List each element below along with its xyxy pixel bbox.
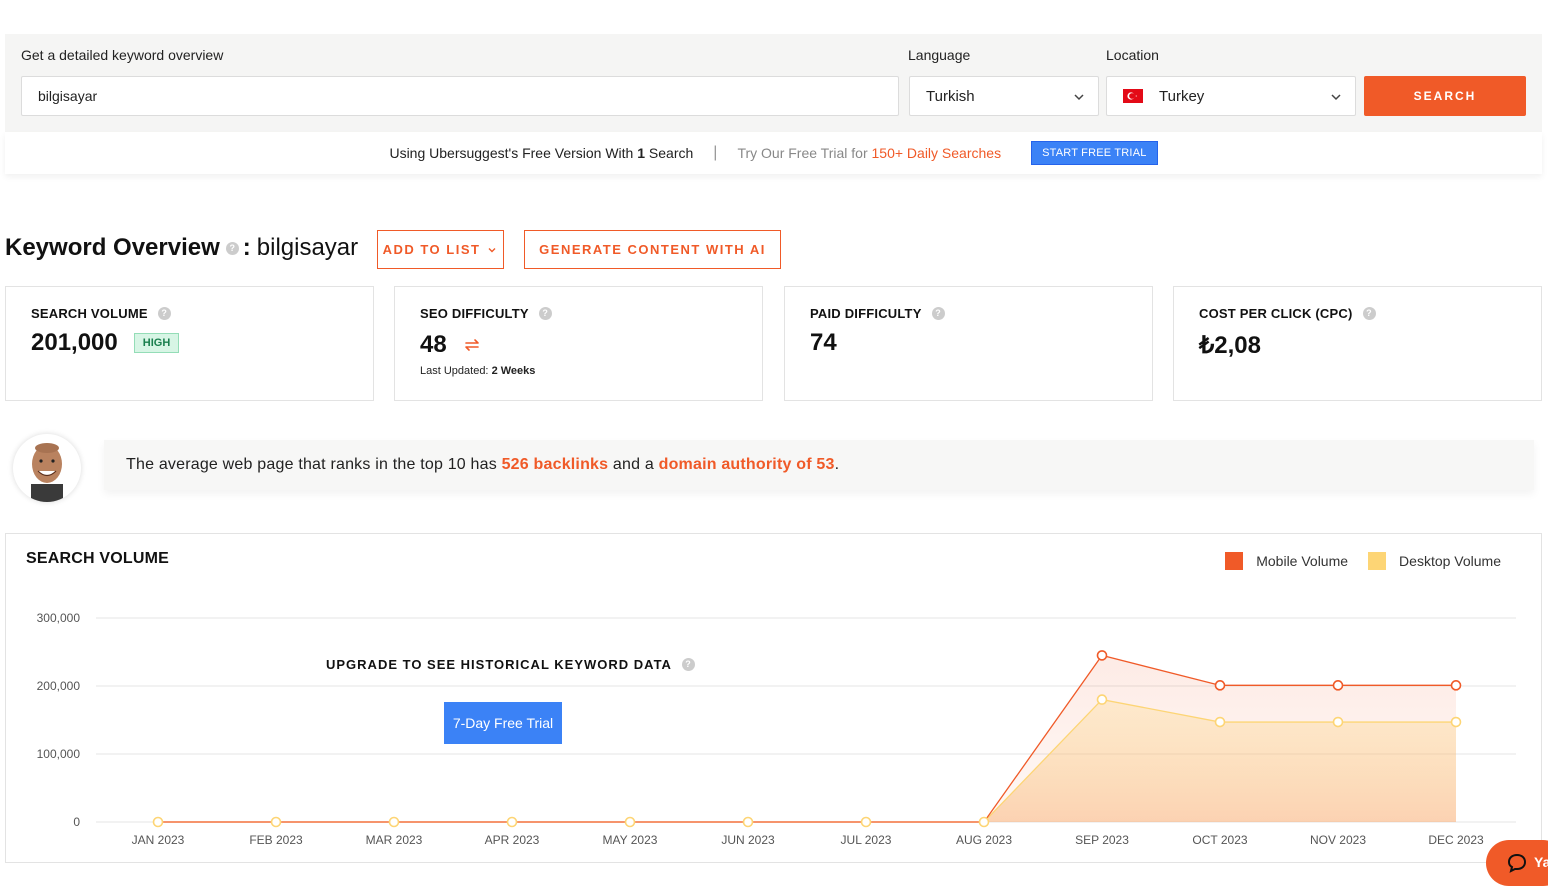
seven-day-trial-button[interactable]: 7-Day Free Trial [444,702,562,744]
mobile-point [1332,680,1344,691]
generate-content-ai-button[interactable]: GENERATE CONTENT WITH AI [524,230,781,269]
paid-difficulty-card: PAID DIFFICULTY? 74 [784,286,1153,401]
language-value: Turkish [926,87,975,105]
search-volume-value: 201,000 [31,329,118,356]
keyword-input-label: Get a detailed keyword overview [21,47,224,63]
chat-icon [1507,853,1527,873]
free-version-text: Using Ubersuggest's Free Version With 1 … [389,145,694,161]
mobile-point [1096,650,1108,661]
desktop-point [624,816,636,828]
y-tick-label: 200,000 [37,679,81,693]
search-volume-card: SEARCH VOLUME? 201,000 HIGH [5,286,374,401]
desktop-point [388,816,400,828]
free-trial-promo: Try Our Free Trial for 150+ Daily Search… [737,145,1002,161]
backlinks-stat: 526 backlinks [501,456,609,473]
desktop-point [152,816,164,828]
domain-authority-stat: domain authority of 53 [658,456,835,473]
x-tick-label: FEB 2023 [249,833,303,847]
y-tick-label: 0 [73,815,80,829]
desktop-point [1450,716,1462,728]
page-title: Keyword Overview ? : bilgisayar [5,234,359,261]
free-version-bar: Using Ubersuggest's Free Version With 1 … [5,132,1542,174]
desktop-point [1332,716,1344,728]
chevron-down-icon [1331,94,1341,101]
x-tick-label: SEP 2023 [1075,833,1129,847]
chart-title: SEARCH VOLUME [26,550,170,567]
location-label: Location [1106,47,1159,63]
chat-button[interactable]: Ya [1486,840,1548,886]
add-to-list-button[interactable]: ADD TO LIST [377,230,504,269]
search-volume-chart-panel: 0 100,000 200,000 300,000 JAN 2023 FEB 2023 MA… [5,533,1542,863]
help-icon[interactable]: ? [931,307,945,320]
separator: | [713,144,718,161]
seo-difficulty-value: 48 [420,331,447,358]
x-tick-label: APR 2023 [485,833,540,847]
y-tick-label: 300,000 [37,611,81,625]
cpc-value: ₺2,08 [1199,332,1261,359]
desktop-point [270,816,282,828]
help-icon[interactable]: ? [1362,307,1376,320]
x-tick-label: MAR 2023 [366,833,423,847]
chart-legend: Mobile Volume Desktop Volume [1205,552,1501,570]
desktop-point [506,816,518,828]
ranking-tip: The average web page that ranks in the t… [104,440,1534,490]
search-volume-chart: 0 100,000 200,000 300,000 JAN 2023 FEB 2023 MA… [37,611,1516,847]
search-volume-title: SEARCH VOLUME [31,306,148,321]
x-tick-label: JUN 2023 [721,833,775,847]
desktop-point [1096,694,1108,705]
mobile-point [1214,680,1226,691]
paid-difficulty-value: 74 [810,329,837,356]
seo-difficulty-card: SEO DIFFICULTY? 48 Last Updated: 2 Weeks [394,286,763,401]
x-tick-label: NOV 2023 [1310,833,1366,847]
location-select[interactable]: Turkey [1106,76,1356,116]
keyword-search-panel: Get a detailed keyword overview Language… [5,34,1542,132]
start-free-trial-button[interactable]: START FREE TRIAL [1031,141,1158,165]
chevron-down-icon [1074,94,1084,101]
help-icon[interactable]: ? [225,241,239,255]
chat-label: Ya [1534,854,1548,870]
paid-difficulty-title: PAID DIFFICULTY [810,306,922,321]
mobile-swatch [1225,552,1244,570]
location-value: Turkey [1159,87,1205,105]
turkey-flag-icon [1123,89,1143,103]
help-icon[interactable]: ? [681,658,695,671]
desktop-swatch [1368,552,1387,570]
seo-difficulty-title: SEO DIFFICULTY [420,306,529,321]
desktop-point [1214,716,1226,728]
keyword-input[interactable] [21,76,899,116]
x-tick-label: DEC 2023 [1428,833,1484,847]
legend-mobile[interactable]: Mobile Volume [1225,552,1348,570]
mobile-point [1450,680,1462,691]
chevron-down-icon [488,247,496,252]
cpc-card: COST PER CLICK (CPC)? ₺2,08 [1173,286,1542,401]
avatar [13,434,81,502]
language-label: Language [908,47,971,63]
desktop-point [742,816,754,828]
x-tick-label: JAN 2023 [132,833,185,847]
desktop-point [978,816,990,828]
volume-level-badge: HIGH [133,333,180,353]
x-tick-label: JUL 2023 [841,833,892,847]
help-icon[interactable]: ? [157,307,171,320]
desktop-point [860,816,872,828]
cpc-title: COST PER CLICK (CPC) [1199,306,1353,321]
language-select[interactable]: Turkish [909,76,1099,116]
search-button[interactable]: SEARCH [1364,76,1526,116]
last-updated: Last Updated: 2 Weeks [420,365,536,377]
y-tick-label: 100,000 [37,747,81,761]
x-tick-label: OCT 2023 [1192,833,1247,847]
search-count: 1 [637,145,646,161]
upgrade-notice: UPGRADE TO SEE HISTORICAL KEYWORD DATA? [326,657,695,672]
x-tick-label: MAY 2023 [603,833,658,847]
help-icon[interactable]: ? [538,307,552,320]
x-tick-label: AUG 2023 [956,833,1012,847]
legend-desktop[interactable]: Desktop Volume [1368,552,1501,570]
refresh-icon[interactable] [461,334,483,356]
title-keyword: bilgisayar [256,234,359,261]
